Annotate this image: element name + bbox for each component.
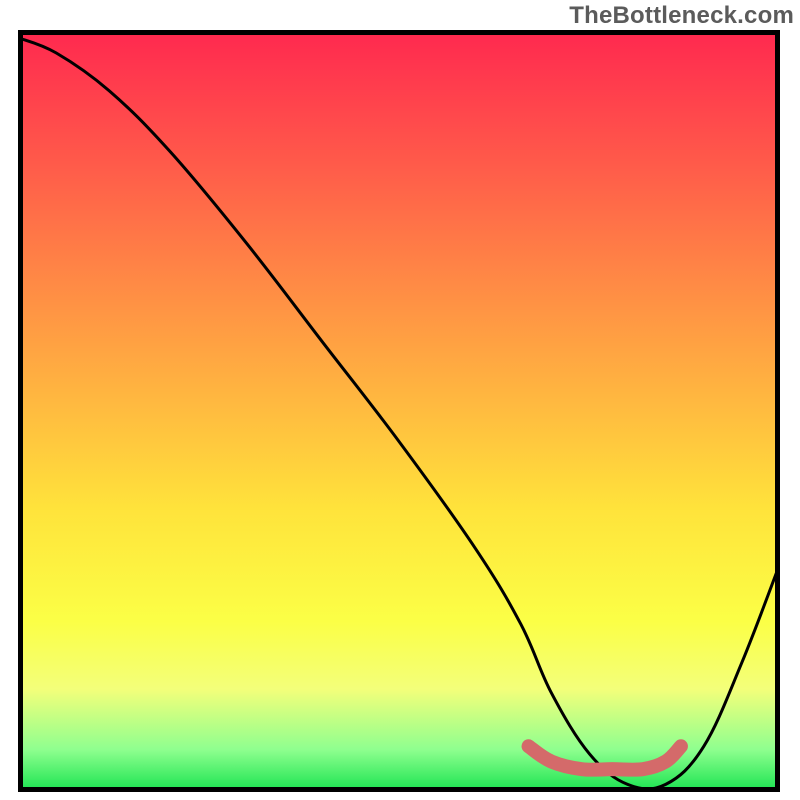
watermark-text: TheBottleneck.com (569, 2, 794, 30)
plot-area (18, 30, 780, 792)
chart-container: TheBottleneck.com (0, 0, 800, 800)
marker-band (529, 746, 681, 769)
curve-layer (18, 30, 780, 792)
main-curve (18, 38, 780, 789)
